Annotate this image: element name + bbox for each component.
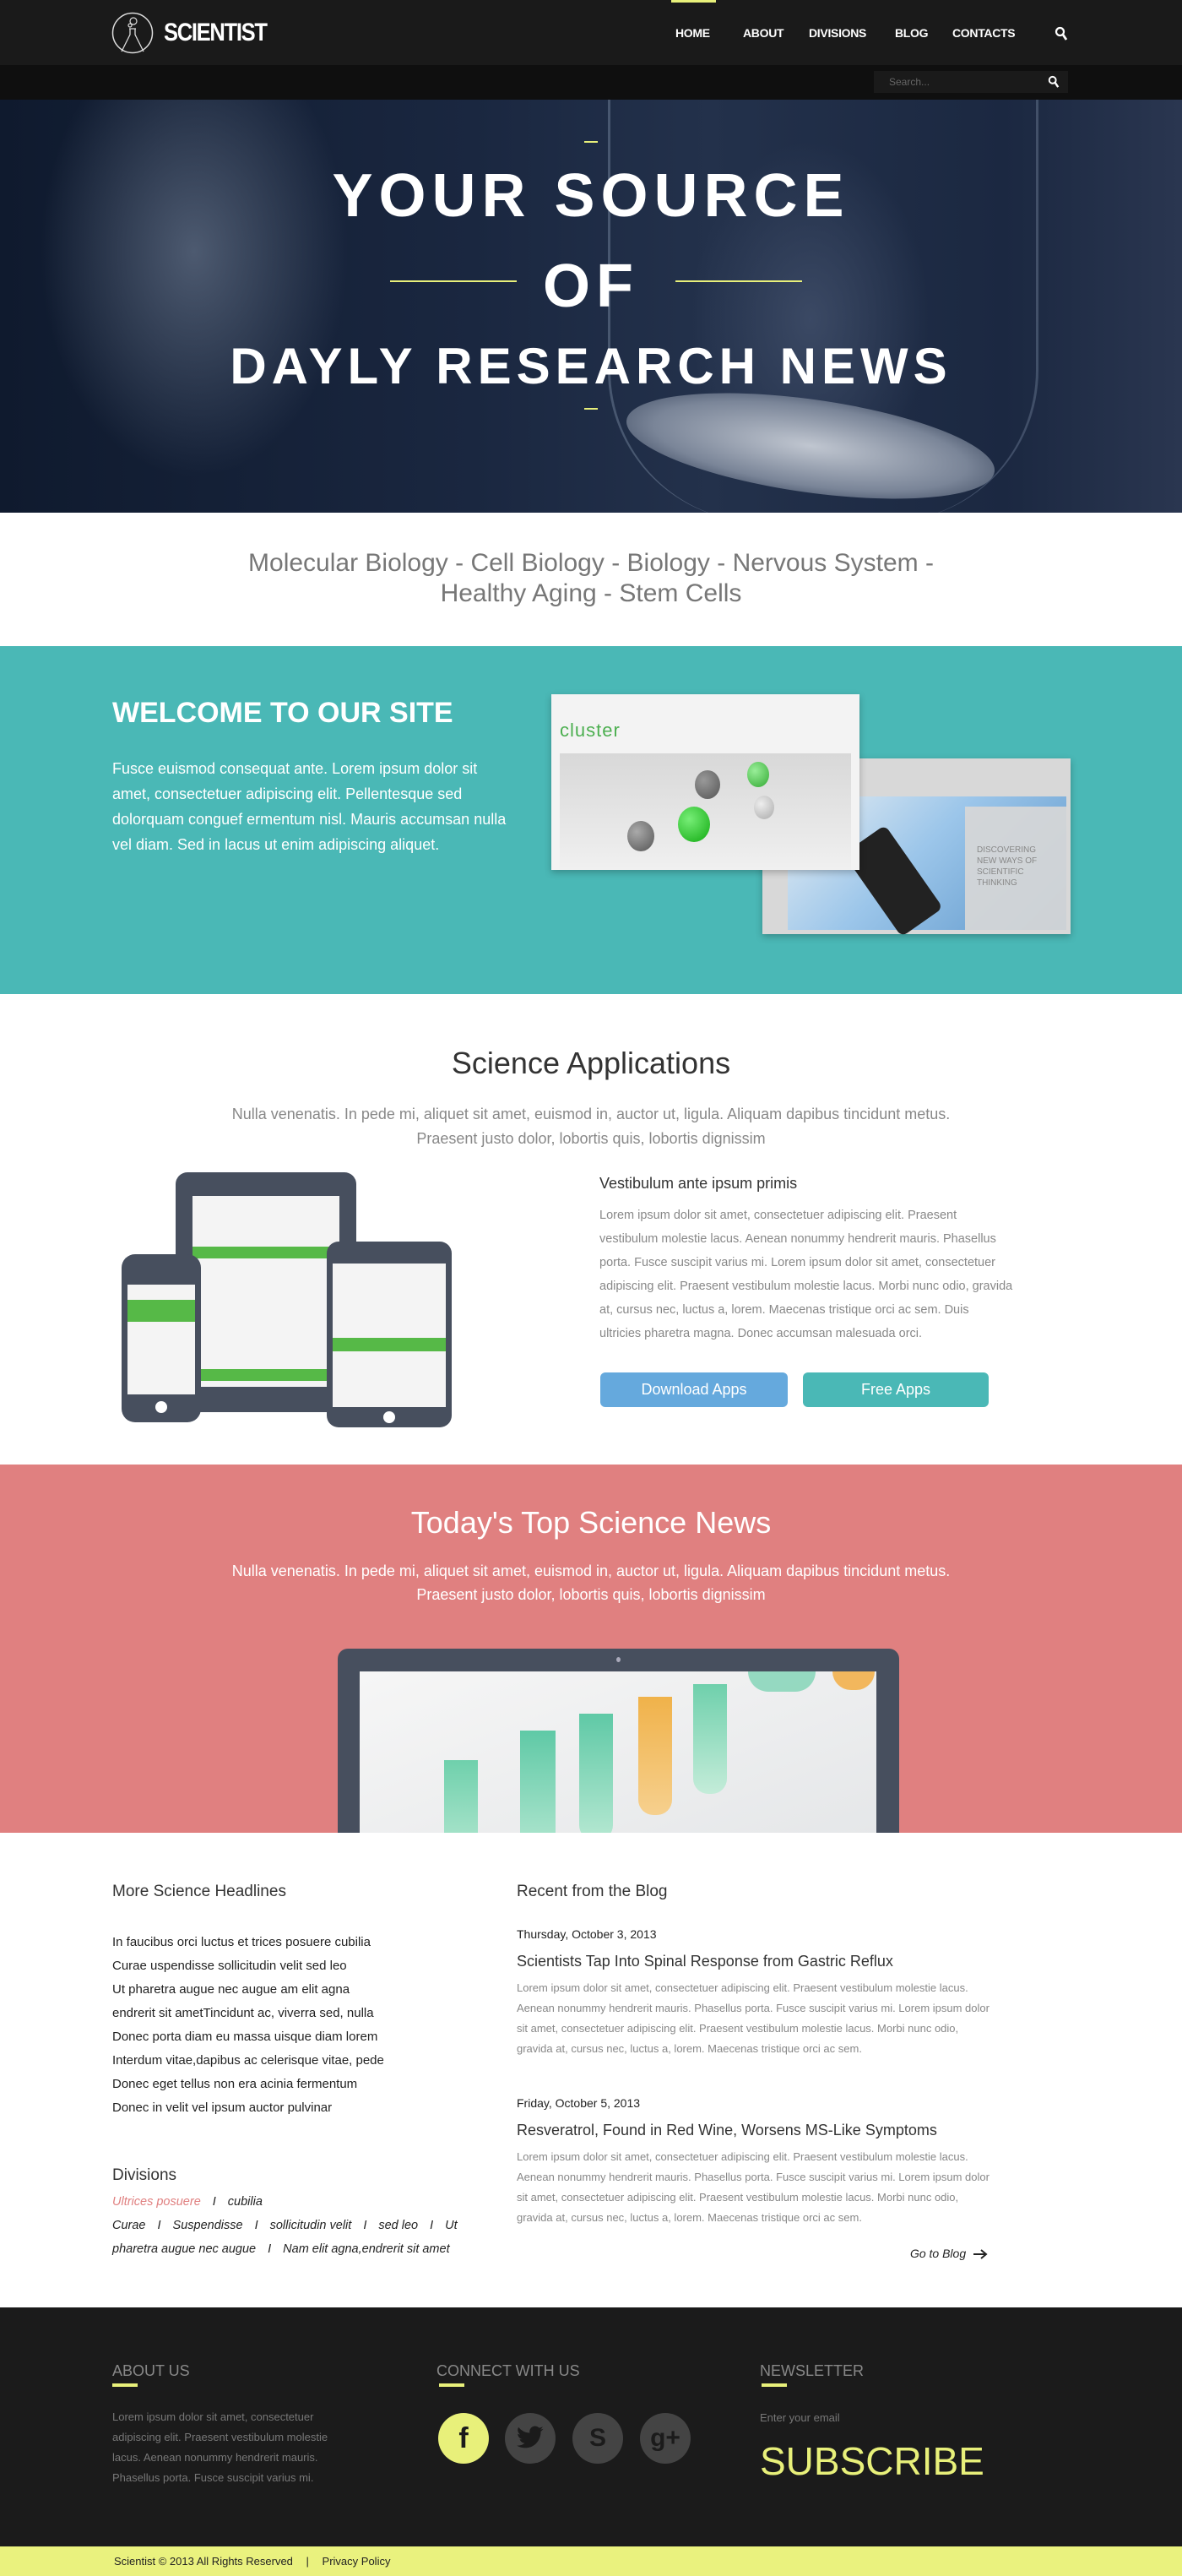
headline-link[interactable]: Donec eget tellus non era acinia ferment… [112, 2073, 357, 2096]
twitter-icon[interactable] [505, 2413, 556, 2464]
news-subtitle: Nulla venenatis. In pede mi, aliquet sit… [231, 1562, 951, 1603]
nav-divisions[interactable]: DIVISIONS [809, 26, 866, 40]
division-link[interactable]: sed leo [378, 2219, 418, 2232]
small-tablet-mockup [327, 1242, 452, 1427]
divisions-links: Ultrices posuere Icubilia Curae I Suspendis… [112, 2190, 467, 2261]
footer: ABOUT US Lorem ipsum dolor sit amet, con… [0, 2307, 1182, 2546]
accent-underline [112, 2383, 138, 2387]
email-input[interactable] [760, 2407, 979, 2427]
apps-heading: Vestibulum ante ipsum primis [599, 1175, 798, 1192]
about-text: Lorem ipsum dolor sit amet, consectetuer… [112, 2410, 328, 2484]
division-link[interactable]: Suspendisse [173, 2219, 243, 2232]
apps-subtitle: Nulla venenatis. In pede mi, aliquet sit… [231, 1106, 951, 1147]
active-indicator [671, 0, 716, 3]
divisions-title: Divisions [112, 2166, 177, 2184]
post-excerpt: Lorem ipsum dolor sit amet, consectetuer… [517, 1981, 990, 2055]
search-bar [0, 65, 1182, 100]
topics-strip: Molecular Biology - Cell Biology - Biolo… [0, 513, 1182, 646]
hero-title-line2: OF [543, 253, 639, 320]
search-input[interactable] [874, 71, 1068, 93]
site-screenshot-primary: cluster [551, 694, 859, 870]
apps-title: Science Applications [451, 1046, 731, 1080]
headline-link[interactable]: Interdum vitae,dapibus ac celerisque vit… [112, 2049, 384, 2073]
caption-text: DISCOVERING NEW WAYS OF SCIENTIFIC THINK… [977, 845, 1038, 888]
phone-mockup [122, 1254, 201, 1422]
flask-logo-icon [111, 12, 154, 54]
post-date: Thursday, October 3, 2013 [517, 1927, 657, 1941]
copyright-bar: Scientist © 2013 All Rights Reserved | P… [0, 2546, 1182, 2576]
nav-home[interactable]: HOME [675, 26, 710, 40]
caption-box: DISCOVERING NEW WAYS OF SCIENTIFIC THINK… [965, 807, 1066, 930]
google-plus-icon[interactable]: g+ [640, 2413, 691, 2464]
division-separator: I [212, 2195, 216, 2209]
logo-text: SCIENTIST [164, 19, 268, 46]
headlines-title: More Science Headlines [112, 1883, 286, 1900]
welcome-section: WELCOME TO OUR SITE Fusce euismod conseq… [0, 646, 1182, 994]
topics-text: Molecular Biology - Cell Biology - Biolo… [248, 549, 934, 607]
download-apps-button[interactable]: Download Apps [600, 1372, 788, 1407]
division-separator: I [363, 2219, 367, 2232]
division-link[interactable]: Ultrices posuere [112, 2195, 201, 2209]
accent-dash [584, 408, 598, 410]
facebook-icon[interactable]: f [438, 2413, 489, 2464]
division-link[interactable]: Nam elit agna,endrerit sit amet [283, 2242, 449, 2256]
accent-dash [584, 141, 598, 143]
search-icon[interactable] [1055, 26, 1068, 41]
division-link[interactable]: sollicitudin velit [270, 2219, 352, 2232]
newsletter-title: NEWSLETTER [760, 2362, 865, 2379]
news-title: Today's Top Science News [410, 1505, 772, 1540]
about-title: ABOUT US [112, 2362, 190, 2379]
top-navbar: SCIENTIST HOME ABOUT DIVISIONS BLOG CONT… [0, 0, 1182, 65]
welcome-text: Fusce euismod consequat ante. Lorem ipsu… [112, 760, 507, 853]
free-apps-button[interactable]: Free Apps [803, 1372, 989, 1407]
nav-about[interactable]: ABOUT [743, 26, 784, 40]
post-title-link[interactable]: Resveratrol, Found in Red Wine, Worsens … [517, 2122, 937, 2139]
subscribe-button[interactable]: SUBSCRIBE [760, 2438, 984, 2484]
blog-title: Recent from the Blog [517, 1883, 668, 1900]
arrow-right-icon [973, 2249, 988, 2260]
apps-text: Lorem ipsum dolor sit amet, consectetuer… [599, 1209, 1013, 1340]
camera-dot [616, 1657, 621, 1662]
privacy-policy-link[interactable]: Privacy Policy [323, 2555, 391, 2568]
headline-link[interactable]: Donec in velit vel ipsum auctor pulvinar [112, 2096, 332, 2120]
post-date: Friday, October 5, 2013 [517, 2096, 641, 2110]
nav-contacts[interactable]: CONTACTS [952, 26, 1016, 40]
skype-icon[interactable]: S [572, 2413, 623, 2464]
copyright-text: Scientist © 2013 All Rights Reserved [114, 2555, 293, 2568]
division-separator: I [254, 2219, 258, 2232]
search-submit-icon[interactable] [1048, 75, 1060, 89]
accent-underline [439, 2383, 464, 2387]
division-separator: I [430, 2219, 434, 2232]
headline-link[interactable]: endrerit sit ametTincidunt ac, viverra s… [112, 2002, 374, 2025]
top-news-section: Today's Top Science News Nulla venenatis… [0, 1465, 1182, 1833]
nav-blog[interactable]: BLOG [895, 26, 929, 40]
screenshot-logo: cluster [560, 720, 621, 741]
go-to-blog-link[interactable]: Go to Blog [878, 2247, 988, 2260]
headline-link[interactable]: In faucibus orci luctus et trices posuer… [112, 1931, 371, 1954]
division-separator: I [268, 2242, 272, 2256]
connect-title: CONNECT WITH US [436, 2362, 580, 2379]
headline-link[interactable]: Ut pharetra augue nec augue am elit agna [112, 1978, 350, 2002]
accent-underline [762, 2383, 787, 2387]
molecule-image [560, 753, 851, 870]
hero-title-line3: DAYLY RESEARCH NEWS [230, 338, 952, 394]
go-to-blog-label: Go to Blog [909, 2247, 967, 2260]
post-excerpt: Lorem ipsum dolor sit amet, consectetuer… [517, 2150, 990, 2224]
headline-link[interactable]: Donec porta diam eu massa uisque diam lo… [112, 2025, 377, 2049]
welcome-title: WELCOME TO OUR SITE [112, 697, 453, 729]
hero-banner: YOUR SOURCE OF DAYLY RESEARCH NEWS [0, 100, 1182, 513]
post-title-link[interactable]: Scientists Tap Into Spinal Response from… [517, 1953, 893, 1970]
separator: | [306, 2555, 309, 2568]
laptop-mockup [338, 1649, 899, 1833]
hero-title-line1: YOUR SOURCE [332, 162, 850, 230]
test-tubes-image [360, 1671, 876, 1833]
division-separator: I [157, 2219, 161, 2232]
headline-link[interactable]: Curae uspendisse sollicitudin velit sed … [112, 1954, 347, 1978]
accent-line-right [675, 280, 802, 282]
